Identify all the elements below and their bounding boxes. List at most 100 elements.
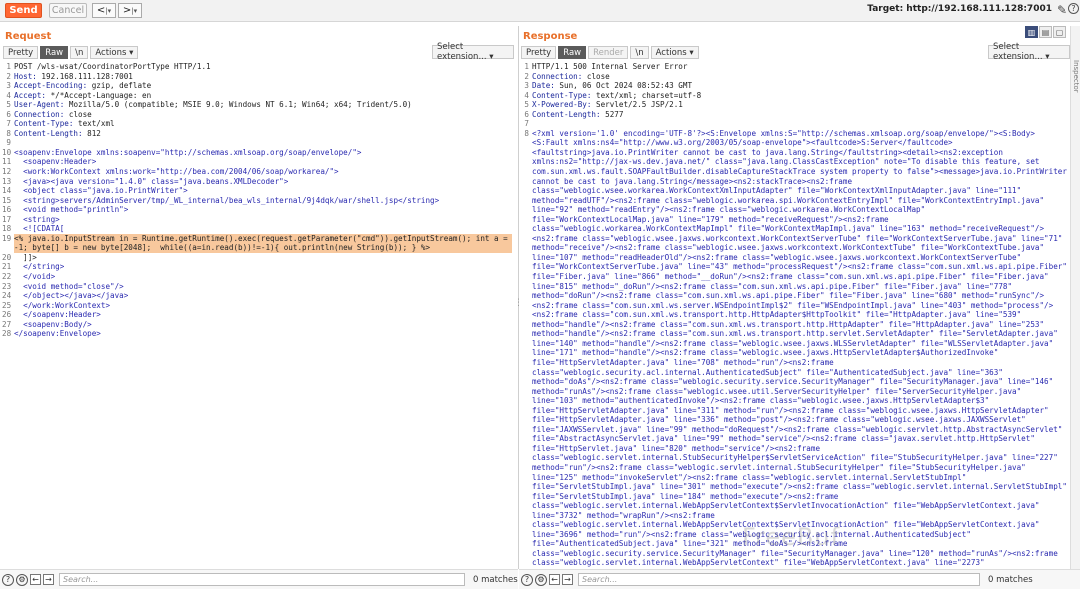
request-line[interactable]: 19 <% java.io.InputStream in = Runtime.ge… bbox=[2, 233, 512, 253]
request-line[interactable]: 4 Accept: */*Accept-Language: en bbox=[2, 91, 512, 101]
send-button[interactable]: Send bbox=[5, 3, 42, 18]
previous-match-icon[interactable]: ← bbox=[549, 574, 560, 585]
help-icon[interactable]: ? bbox=[521, 573, 533, 586]
request-search-bar: ? ⚙ ← → Search... 0 matches bbox=[0, 569, 518, 589]
split-vertical-icon[interactable]: ▤ bbox=[1039, 26, 1052, 38]
response-line[interactable]: 6 Content-Length: 5277 bbox=[520, 110, 1068, 120]
request-line[interactable]: 2 Host: 192.168.111.128:7001 bbox=[2, 72, 512, 82]
line-content: <void method="println"> bbox=[14, 205, 129, 215]
request-line[interactable]: 21 </string> bbox=[2, 262, 512, 272]
back-button[interactable]: < |▾ bbox=[92, 3, 116, 18]
line-content: Content-Type: text/xml bbox=[14, 119, 115, 129]
line-number: 12 bbox=[2, 167, 12, 177]
line-number: 1 bbox=[524, 62, 529, 71]
settings-gear-icon[interactable]: ⚙ bbox=[16, 573, 28, 586]
request-line[interactable]: 26 </soapenv:Header> bbox=[2, 310, 512, 320]
line-number: 9 bbox=[6, 138, 11, 148]
request-line[interactable]: 6 Connection: close bbox=[2, 110, 512, 120]
response-select-extension[interactable]: Select extension... ▾ bbox=[988, 42, 1070, 62]
response-editor[interactable]: 1 HTTP/1.1 500 Internal Server Error 2 Conn… bbox=[520, 62, 1068, 568]
response-search-input[interactable]: Search... bbox=[578, 573, 980, 586]
settings-gear-icon[interactable]: ⚙ bbox=[535, 573, 547, 586]
target-label[interactable]: Target: http://192.168.111.128:7001 bbox=[867, 4, 1052, 14]
line-content: Host: 192.168.111.128:7001 bbox=[14, 71, 133, 81]
help-icon[interactable]: ? bbox=[2, 573, 14, 586]
line-content: HTTP/1.1 500 Internal Server Error bbox=[532, 62, 688, 71]
single-pane-icon[interactable]: ▢ bbox=[1053, 26, 1066, 38]
line-content: <java><java version="1.4.0" class="java.… bbox=[14, 176, 289, 186]
request-line[interactable]: 12 <work:WorkContext xmlns:work="http://… bbox=[2, 167, 512, 177]
request-line[interactable]: 16 <void method="println"> bbox=[2, 205, 512, 215]
response-line[interactable]: 8 <?xml version='1.0' encoding='UTF-8'?><… bbox=[520, 129, 1068, 568]
line-content: </work:WorkContext> bbox=[14, 300, 111, 310]
response-line[interactable]: 7 bbox=[520, 119, 1068, 129]
help-icon[interactable]: ? bbox=[1068, 3, 1079, 14]
request-line[interactable]: 3 Accept-Encoding: gzip, deflate bbox=[2, 81, 512, 91]
forward-button[interactable]: > |▾ bbox=[118, 3, 142, 18]
response-line[interactable]: 5 X-Powered-By: Servlet/2.5 JSP/2.1 bbox=[520, 100, 1068, 110]
cancel-button[interactable]: Cancel bbox=[49, 3, 87, 18]
line-content: X-Powered-By: Servlet/2.5 JSP/2.1 bbox=[532, 100, 683, 110]
request-line[interactable]: 8 Content-Length: 812 bbox=[2, 129, 512, 139]
request-tab-newline[interactable]: \n bbox=[70, 46, 89, 59]
request-line[interactable]: 25 </work:WorkContext> bbox=[2, 301, 512, 311]
line-content: Date: Sun, 06 Oct 2024 08:52:43 GMT bbox=[532, 81, 693, 91]
previous-match-icon[interactable]: ← bbox=[30, 574, 41, 585]
request-search-input[interactable]: Search... bbox=[59, 573, 465, 586]
request-actions-dropdown[interactable]: Actions ▾ bbox=[90, 46, 139, 59]
line-content: POST /wls-wsat/CoordinatorPortType HTTP/… bbox=[14, 62, 211, 71]
request-line[interactable]: 28 </soapenv:Envelope> bbox=[2, 329, 512, 339]
line-number: 6 bbox=[6, 109, 11, 119]
request-line[interactable]: 11 <soapenv:Header> bbox=[2, 157, 512, 167]
line-content: Connection: close bbox=[532, 71, 610, 81]
response-tab-pretty[interactable]: Pretty bbox=[521, 46, 557, 59]
line-content: <string>servers/AdminServer/tmp/_WL_inte… bbox=[14, 195, 440, 205]
inspector-sidebar[interactable]: Inspector bbox=[1070, 26, 1080, 569]
response-line[interactable]: 2 Connection: close bbox=[520, 72, 1068, 82]
forward-dropdown[interactable]: |▾ bbox=[131, 7, 137, 15]
line-content: Content-Length: 812 bbox=[14, 128, 101, 138]
response-actions-dropdown[interactable]: Actions ▾ bbox=[650, 46, 699, 59]
request-line[interactable]: 7 Content-Type: text/xml bbox=[2, 119, 512, 129]
response-tab-newline[interactable]: \n bbox=[630, 46, 649, 59]
request-line[interactable]: 17 <string> bbox=[2, 215, 512, 225]
line-content: <soapenv:Header> bbox=[14, 157, 97, 167]
response-line[interactable]: 3 Date: Sun, 06 Oct 2024 08:52:43 GMT bbox=[520, 81, 1068, 91]
line-number: 27 bbox=[2, 319, 12, 329]
request-line[interactable]: 15 <string>servers/AdminServer/tmp/_WL_i… bbox=[2, 196, 512, 206]
line-number: 7 bbox=[6, 119, 11, 129]
next-match-icon[interactable]: → bbox=[43, 574, 54, 585]
line-content: </object></java></java> bbox=[14, 291, 129, 301]
request-tab-raw[interactable]: Raw bbox=[40, 46, 69, 59]
line-content: Content-Length: 5277 bbox=[532, 109, 624, 119]
request-select-extension[interactable]: Select extension... ▾ bbox=[432, 42, 514, 62]
request-line[interactable]: 1 POST /wls-wsat/CoordinatorPortType HTTP… bbox=[2, 62, 512, 72]
request-title: Request bbox=[5, 31, 52, 42]
response-line[interactable]: 1 HTTP/1.1 500 Internal Server Error bbox=[520, 62, 1068, 72]
line-content: ]]> bbox=[14, 252, 37, 262]
request-tab-pretty[interactable]: Pretty bbox=[3, 46, 39, 59]
response-line[interactable]: 4 Content-Type: text/xml; charset=utf-8 bbox=[520, 91, 1068, 101]
request-line[interactable]: 13 <java><java version="1.4.0" class="ja… bbox=[2, 177, 512, 187]
request-line[interactable]: 24 </object></java></java> bbox=[2, 291, 512, 301]
request-line[interactable]: 27 <soapenv:Body/> bbox=[2, 320, 512, 330]
next-match-icon[interactable]: → bbox=[562, 574, 573, 585]
request-line[interactable]: 20 ]]> bbox=[2, 253, 512, 263]
response-tab-render[interactable]: Render bbox=[588, 46, 629, 59]
request-line[interactable]: 5 User-Agent: Mozilla/5.0 (compatible; MS… bbox=[2, 100, 512, 110]
back-dropdown[interactable]: |▾ bbox=[105, 7, 111, 15]
line-content bbox=[532, 119, 1068, 129]
pencil-icon[interactable]: ✎ bbox=[1057, 3, 1067, 17]
line-number: 25 bbox=[2, 300, 12, 310]
request-line[interactable]: 22 </void> bbox=[2, 272, 512, 282]
request-line[interactable]: 10 <soapenv:Envelope xmlns:soapenv="http:… bbox=[2, 148, 512, 158]
response-tab-raw[interactable]: Raw bbox=[558, 46, 587, 59]
request-line[interactable]: 9 bbox=[2, 138, 512, 148]
request-editor[interactable]: 1 POST /wls-wsat/CoordinatorPortType HTTP… bbox=[2, 62, 512, 568]
line-number: 1 bbox=[6, 62, 11, 71]
request-line[interactable]: 14 <object class="java.io.PrintWriter"> bbox=[2, 186, 512, 196]
split-horizontal-icon[interactable]: ▥ bbox=[1025, 26, 1038, 38]
request-line[interactable]: 23 <void method="close"/> bbox=[2, 282, 512, 292]
line-number: 5 bbox=[524, 100, 529, 110]
request-line[interactable]: 18 <![CDATA[ bbox=[2, 224, 512, 234]
